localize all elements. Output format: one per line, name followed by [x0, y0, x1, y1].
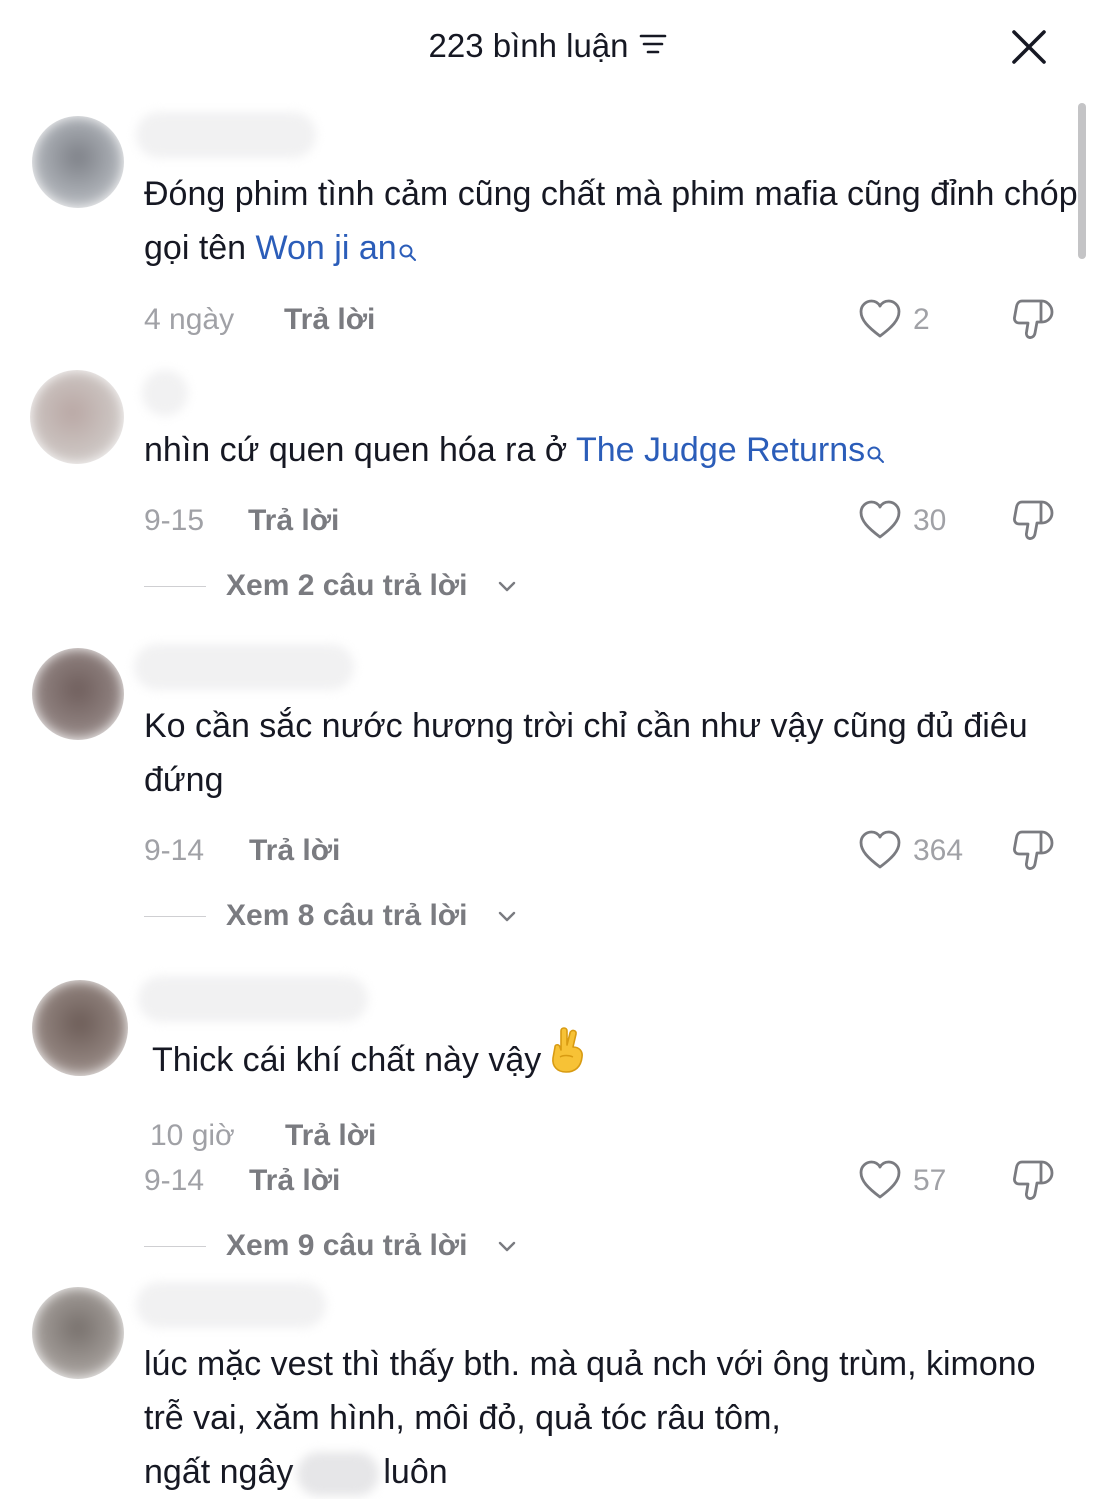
scrollbar[interactable]	[1078, 103, 1086, 259]
comment-text: Đóng phim tình cảm cũng chất mà phim maf…	[144, 167, 1079, 279]
divider	[144, 1246, 206, 1247]
reply-button[interactable]: Trả lời	[284, 300, 375, 340]
username-blurred[interactable]	[134, 644, 354, 690]
avatar[interactable]	[32, 116, 124, 208]
comment-text: Thick cái khí chất này vậy	[152, 1027, 1087, 1091]
view-replies-label: Xem 9 câu trả lời	[226, 1229, 468, 1262]
heart-icon	[859, 830, 901, 869]
username-blurred[interactable]	[138, 976, 368, 1022]
comment-body: lúc mặc vest thì thấy bth. mà quả nch vớ…	[144, 1345, 1036, 1437]
comment-text: nhìn cứ quen quen hóa ra ở The Judge Ret…	[144, 423, 1079, 481]
like-count: 2	[913, 303, 930, 336]
reply-button[interactable]: Trả lời	[249, 1161, 340, 1201]
reply-button[interactable]: Trả lời	[248, 501, 339, 541]
search-link[interactable]: The Judge Returns	[576, 431, 865, 469]
like-count: 57	[913, 1164, 947, 1197]
comment-meta: 9-14 Trả lời	[144, 831, 340, 871]
heart-icon	[859, 299, 901, 338]
comment-body: nhìn cứ quen quen hóa ra ở	[144, 431, 576, 469]
dislike-button[interactable]	[1008, 496, 1058, 546]
comment-text: Ko cần sắc nước hương trời chỉ cần như v…	[144, 699, 1079, 807]
comment-date: 9-14	[144, 1164, 205, 1197]
username-blurred[interactable]	[136, 1282, 326, 1328]
username-blurred[interactable]	[136, 112, 316, 158]
search-icon[interactable]	[866, 427, 886, 481]
chevron-down-icon	[498, 1241, 516, 1252]
chevron-down-icon	[498, 581, 516, 592]
search-icon[interactable]	[398, 225, 418, 279]
avatar[interactable]	[32, 980, 128, 1076]
crossed-fingers-emoji	[547, 1025, 587, 1091]
reply-button[interactable]: Trả lời	[249, 831, 340, 871]
comment-body: Ko cần sắc nước hương trời chỉ cần như v…	[144, 707, 1028, 799]
view-replies-button[interactable]: Xem 9 câu trả lời	[144, 1226, 524, 1266]
comment-body-end: luôn	[383, 1453, 448, 1491]
sort-lines-icon[interactable]	[639, 23, 667, 67]
comments-title[interactable]: 223 bình luận	[0, 24, 1095, 68]
blurred-word	[297, 1452, 380, 1497]
like-count: 364	[913, 834, 964, 867]
avatar[interactable]	[32, 1287, 124, 1379]
chevron-down-icon	[498, 911, 516, 922]
comment-body-cont: ngất ngây	[144, 1453, 294, 1491]
dislike-button[interactable]	[1008, 295, 1058, 345]
dislike-button[interactable]	[1008, 1156, 1058, 1206]
avatar[interactable]	[32, 648, 124, 740]
thumbs-down-icon	[1013, 830, 1054, 870]
thumbs-down-icon	[1013, 500, 1054, 540]
comments-count-label: 223 bình luận	[428, 27, 629, 64]
thumbs-down-icon	[1013, 299, 1054, 339]
thumbs-down-icon	[1013, 1160, 1054, 1200]
comment-body: Thick cái khí chất này vậy	[152, 1041, 542, 1079]
comment-date: 9-14	[144, 834, 205, 867]
divider	[144, 586, 206, 587]
dislike-button[interactable]	[1008, 826, 1058, 876]
comment-meta: 9-15 Trả lời	[144, 501, 339, 541]
comment-date: 4 ngày	[144, 303, 235, 336]
heart-icon	[859, 1160, 901, 1199]
like-count: 30	[913, 504, 947, 537]
comment-date: 10 giờ	[150, 1119, 235, 1152]
comment-meta: 4 ngày Trả lời	[144, 300, 375, 340]
comment-text: lúc mặc vest thì thấy bth. mà quả nch vớ…	[144, 1337, 1084, 1499]
comment-meta: 9-14 Trả lời	[144, 1161, 340, 1201]
heart-icon	[859, 500, 901, 539]
close-button[interactable]	[1006, 24, 1052, 70]
view-replies-label: Xem 2 câu trả lời	[226, 569, 468, 602]
comment-date: 9-15	[144, 504, 205, 537]
search-link[interactable]: Won ji an	[256, 229, 397, 267]
view-replies-button[interactable]: Xem 8 câu trả lời	[144, 896, 524, 936]
reply-button[interactable]: Trả lời	[285, 1116, 376, 1156]
view-replies-label: Xem 8 câu trả lời	[226, 899, 468, 932]
close-x-icon	[1012, 30, 1046, 64]
username-blurred[interactable]	[142, 370, 188, 416]
avatar[interactable]	[30, 370, 124, 464]
comment-meta-overlay: 10 giờ Trả lời	[150, 1116, 376, 1156]
comments-header: 223 bình luận	[0, 0, 1095, 95]
divider	[144, 916, 206, 917]
view-replies-button[interactable]: Xem 2 câu trả lời	[144, 566, 524, 606]
